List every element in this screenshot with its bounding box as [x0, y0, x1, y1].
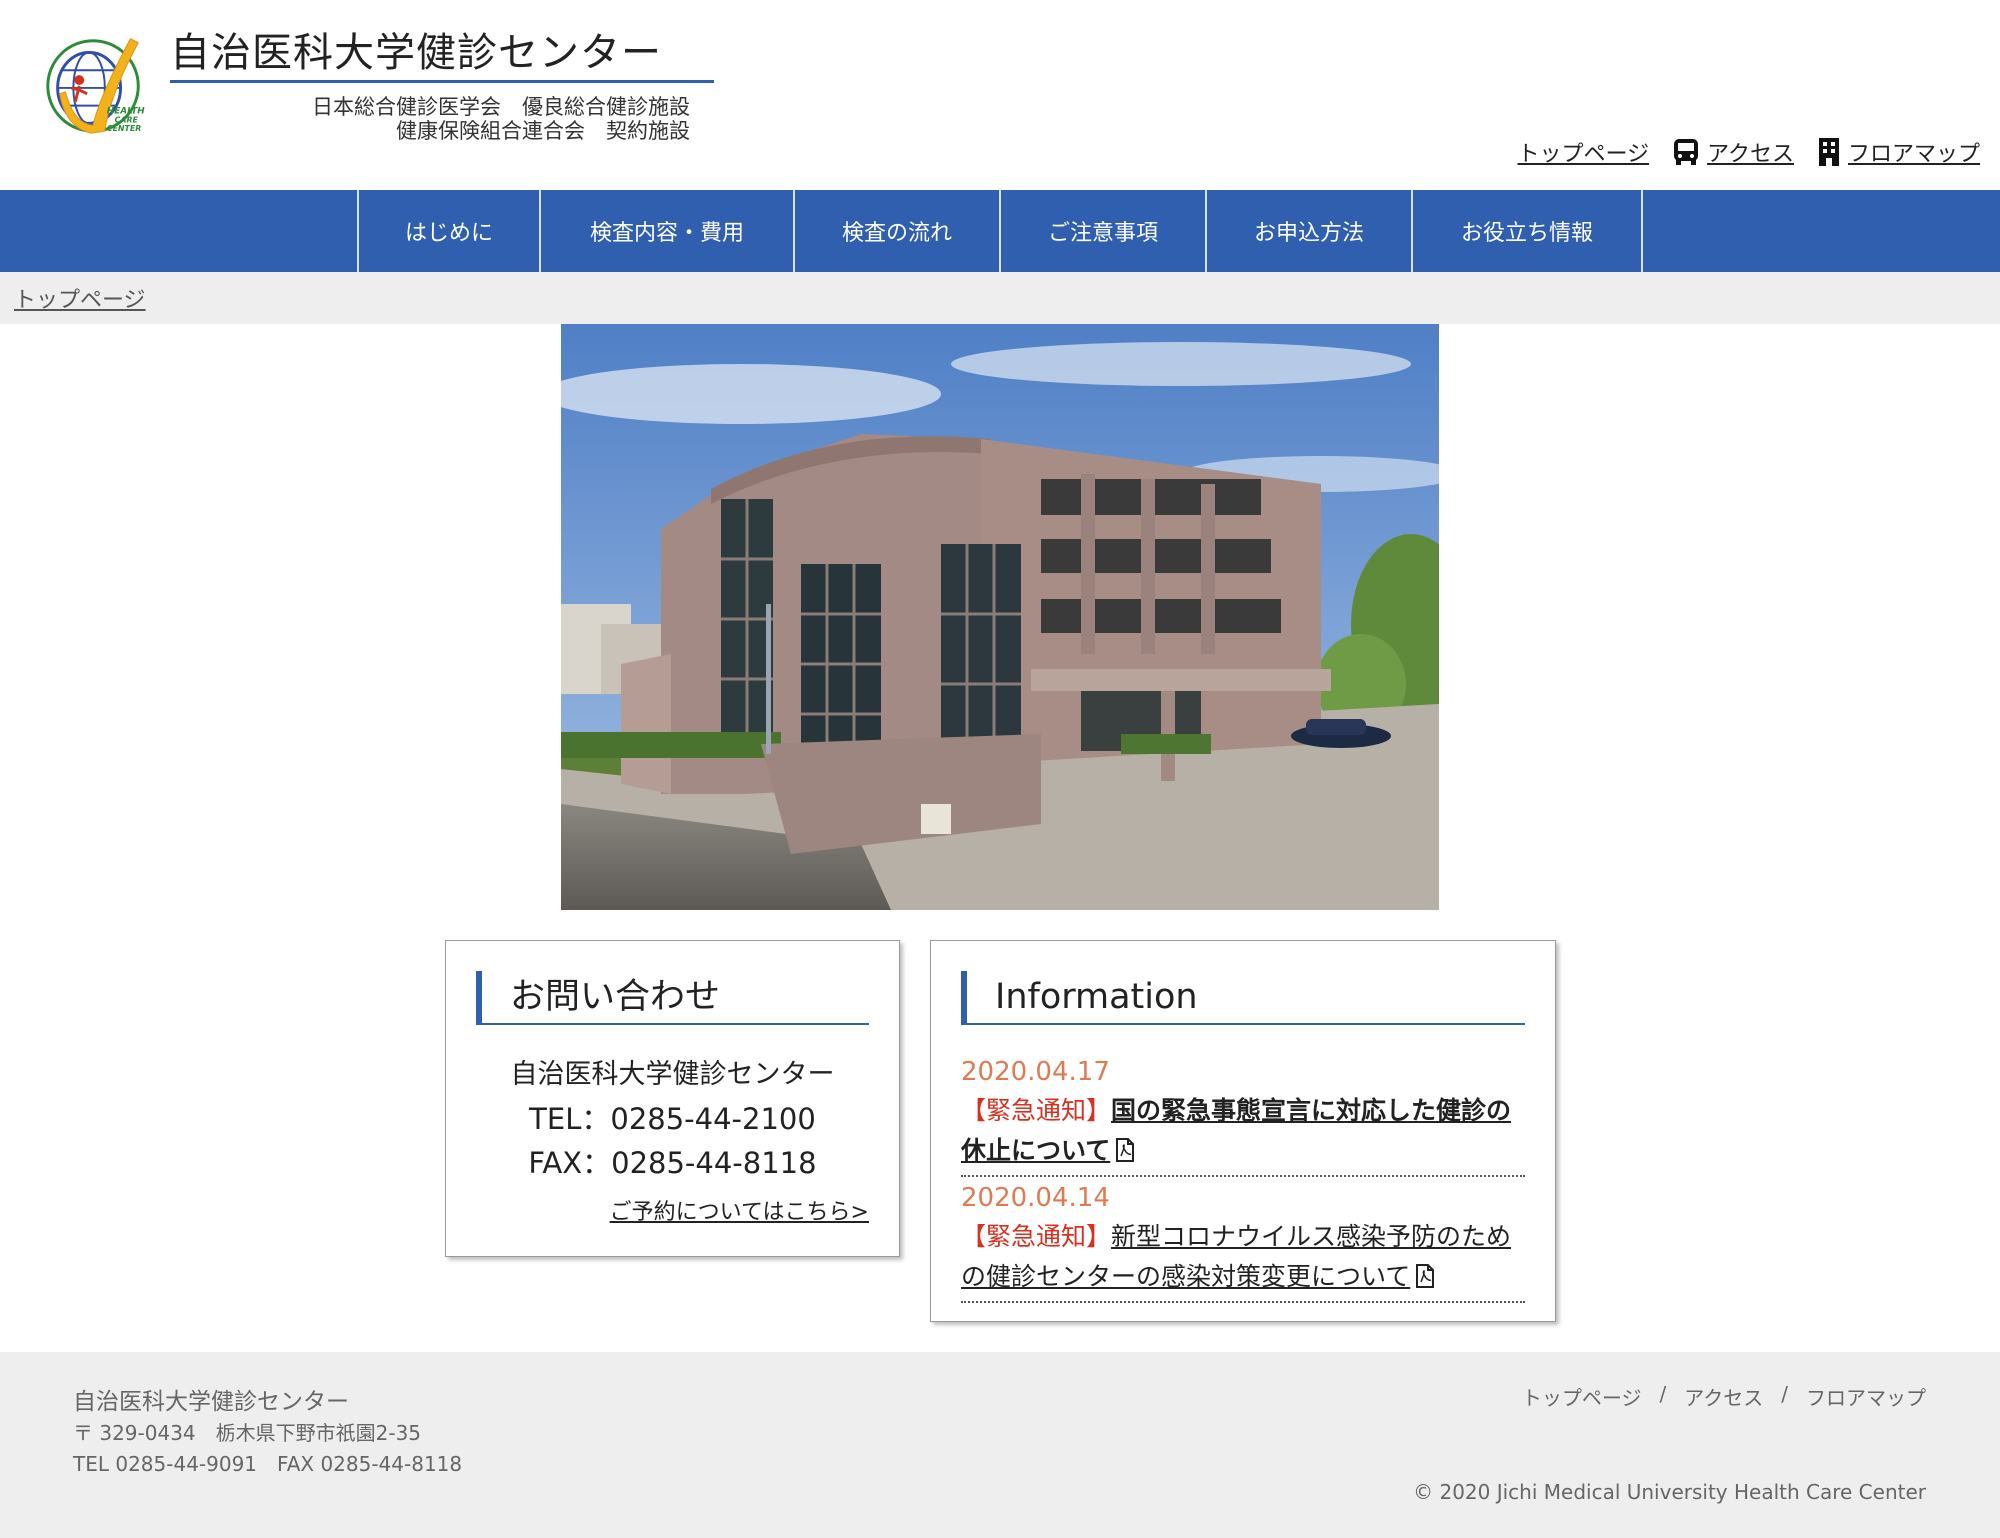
copyright: © 2020 Jichi Medical University Health C…: [1413, 1480, 1926, 1504]
svg-text:CENTER: CENTER: [107, 124, 142, 133]
footer-links: トップページ / アクセス / フロアマップ: [1522, 1382, 1926, 1411]
nav-item-exam-fees[interactable]: 検査内容・費用: [541, 190, 795, 272]
footer-org: 自治医科大学健診センター: [73, 1389, 349, 1415]
cert-line-2: 健康保険組合連合会 契約施設: [396, 119, 690, 143]
footer-separator: /: [1781, 1382, 1788, 1406]
reservation-link[interactable]: ご予約についてはこちら>: [610, 1194, 869, 1226]
util-access: アクセス: [1671, 136, 1794, 168]
footer-link-access[interactable]: アクセス: [1684, 1382, 1763, 1411]
footer-link-floormap[interactable]: フロアマップ: [1806, 1382, 1926, 1411]
footer-link-top[interactable]: トップページ: [1522, 1382, 1642, 1411]
site-title[interactable]: 自治医科大学健診センター: [170, 20, 662, 78]
breadcrumb-top-link[interactable]: トップページ: [14, 282, 146, 314]
nav-item-useful-info[interactable]: お役立ち情報: [1413, 190, 1643, 272]
util-top-link[interactable]: トップページ: [1518, 136, 1650, 168]
util-floormap: フロアマップ: [1816, 136, 1980, 168]
contact-details: 自治医科大学健診センター TEL：0285-44-2100 FAX：0285-4…: [446, 1053, 899, 1185]
building-photo: [561, 324, 1439, 910]
nav-item-exam-flow[interactable]: 検査の流れ: [795, 190, 1001, 272]
contact-heading: お問い合わせ: [476, 971, 869, 1025]
news-text: 【緊急通知】新型コロナウイルス感染予防のための健診センターの感染対策変更について: [961, 1217, 1525, 1297]
svg-text:CARE: CARE: [115, 115, 139, 124]
cert-line-1: 日本総合健診医学会 優良総合健診施設: [312, 95, 690, 119]
nav-list: はじめに 検査内容・費用 検査の流れ ご注意事項 お申込方法 お役立ち情報: [357, 190, 1643, 272]
nav-item-hajimeni[interactable]: はじめに: [359, 190, 541, 272]
util-floormap-link[interactable]: フロアマップ: [1848, 136, 1980, 168]
site-header: HEALTH CARE CENTER 自治医科大学健診センター 日本総合健診医学…: [0, 0, 2000, 190]
information-box: Information 2020.04.17 【緊急通知】国の緊急事態宣言に対応…: [930, 940, 1556, 1322]
news-item: 2020.04.17 【緊急通知】国の緊急事態宣言に対応した健診の休止について: [961, 1053, 1525, 1177]
nav-item-notes[interactable]: ご注意事項: [1001, 190, 1207, 272]
news-text: 【緊急通知】国の緊急事態宣言に対応した健診の休止について: [961, 1091, 1525, 1171]
breadcrumb: トップページ: [0, 272, 2000, 324]
footer-address: 〒 329-0434 栃木県下野市祇園2-35: [73, 1421, 422, 1445]
contact-box: お問い合わせ 自治医科大学健診センター TEL：0285-44-2100 FAX…: [445, 940, 900, 1257]
news-date: 2020.04.14: [961, 1183, 1110, 1213]
logo-icon[interactable]: HEALTH CARE CENTER: [36, 28, 154, 140]
contact-org: 自治医科大学健診センター: [510, 1059, 835, 1090]
pdf-icon[interactable]: [1114, 1138, 1136, 1162]
news-item: 2020.04.14 【緊急通知】新型コロナウイルス感染予防のための健診センター…: [961, 1179, 1525, 1303]
title-divider: [170, 80, 714, 83]
utility-links: トップページ アクセス フロアマップ: [1496, 136, 1980, 168]
building-icon: [1818, 138, 1839, 166]
footer-separator: /: [1659, 1382, 1667, 1406]
information-heading: Information: [961, 971, 1525, 1025]
contact-tel: TEL：0285-44-2100: [529, 1102, 816, 1136]
pdf-icon[interactable]: [1414, 1264, 1436, 1288]
contact-fax: FAX：0285-44-8118: [528, 1146, 817, 1180]
global-nav: はじめに 検査内容・費用 検査の流れ ご注意事項 お申込方法 お役立ち情報: [0, 190, 2000, 272]
footer-tel-fax: TEL 0285-44-9091 FAX 0285-44-8118: [73, 1452, 463, 1476]
news-tag: 【緊急通知】: [961, 1096, 1112, 1125]
util-access-link[interactable]: アクセス: [1707, 136, 1794, 168]
news-tag: 【緊急通知】: [961, 1222, 1112, 1251]
site-footer: 自治医科大学健診センター 〒 329-0434 栃木県下野市祇園2-35 TEL…: [0, 1352, 2000, 1538]
util-top: トップページ: [1518, 136, 1650, 168]
certification-text: 日本総合健診医学会 優良総合健診施設 健康保険組合連合会 契約施設: [240, 95, 690, 143]
bus-icon: [1674, 139, 1699, 165]
nav-item-apply[interactable]: お申込方法: [1207, 190, 1413, 272]
news-date: 2020.04.17: [961, 1057, 1110, 1087]
news-list: 2020.04.17 【緊急通知】国の緊急事態宣言に対応した健診の休止について …: [961, 1053, 1525, 1305]
